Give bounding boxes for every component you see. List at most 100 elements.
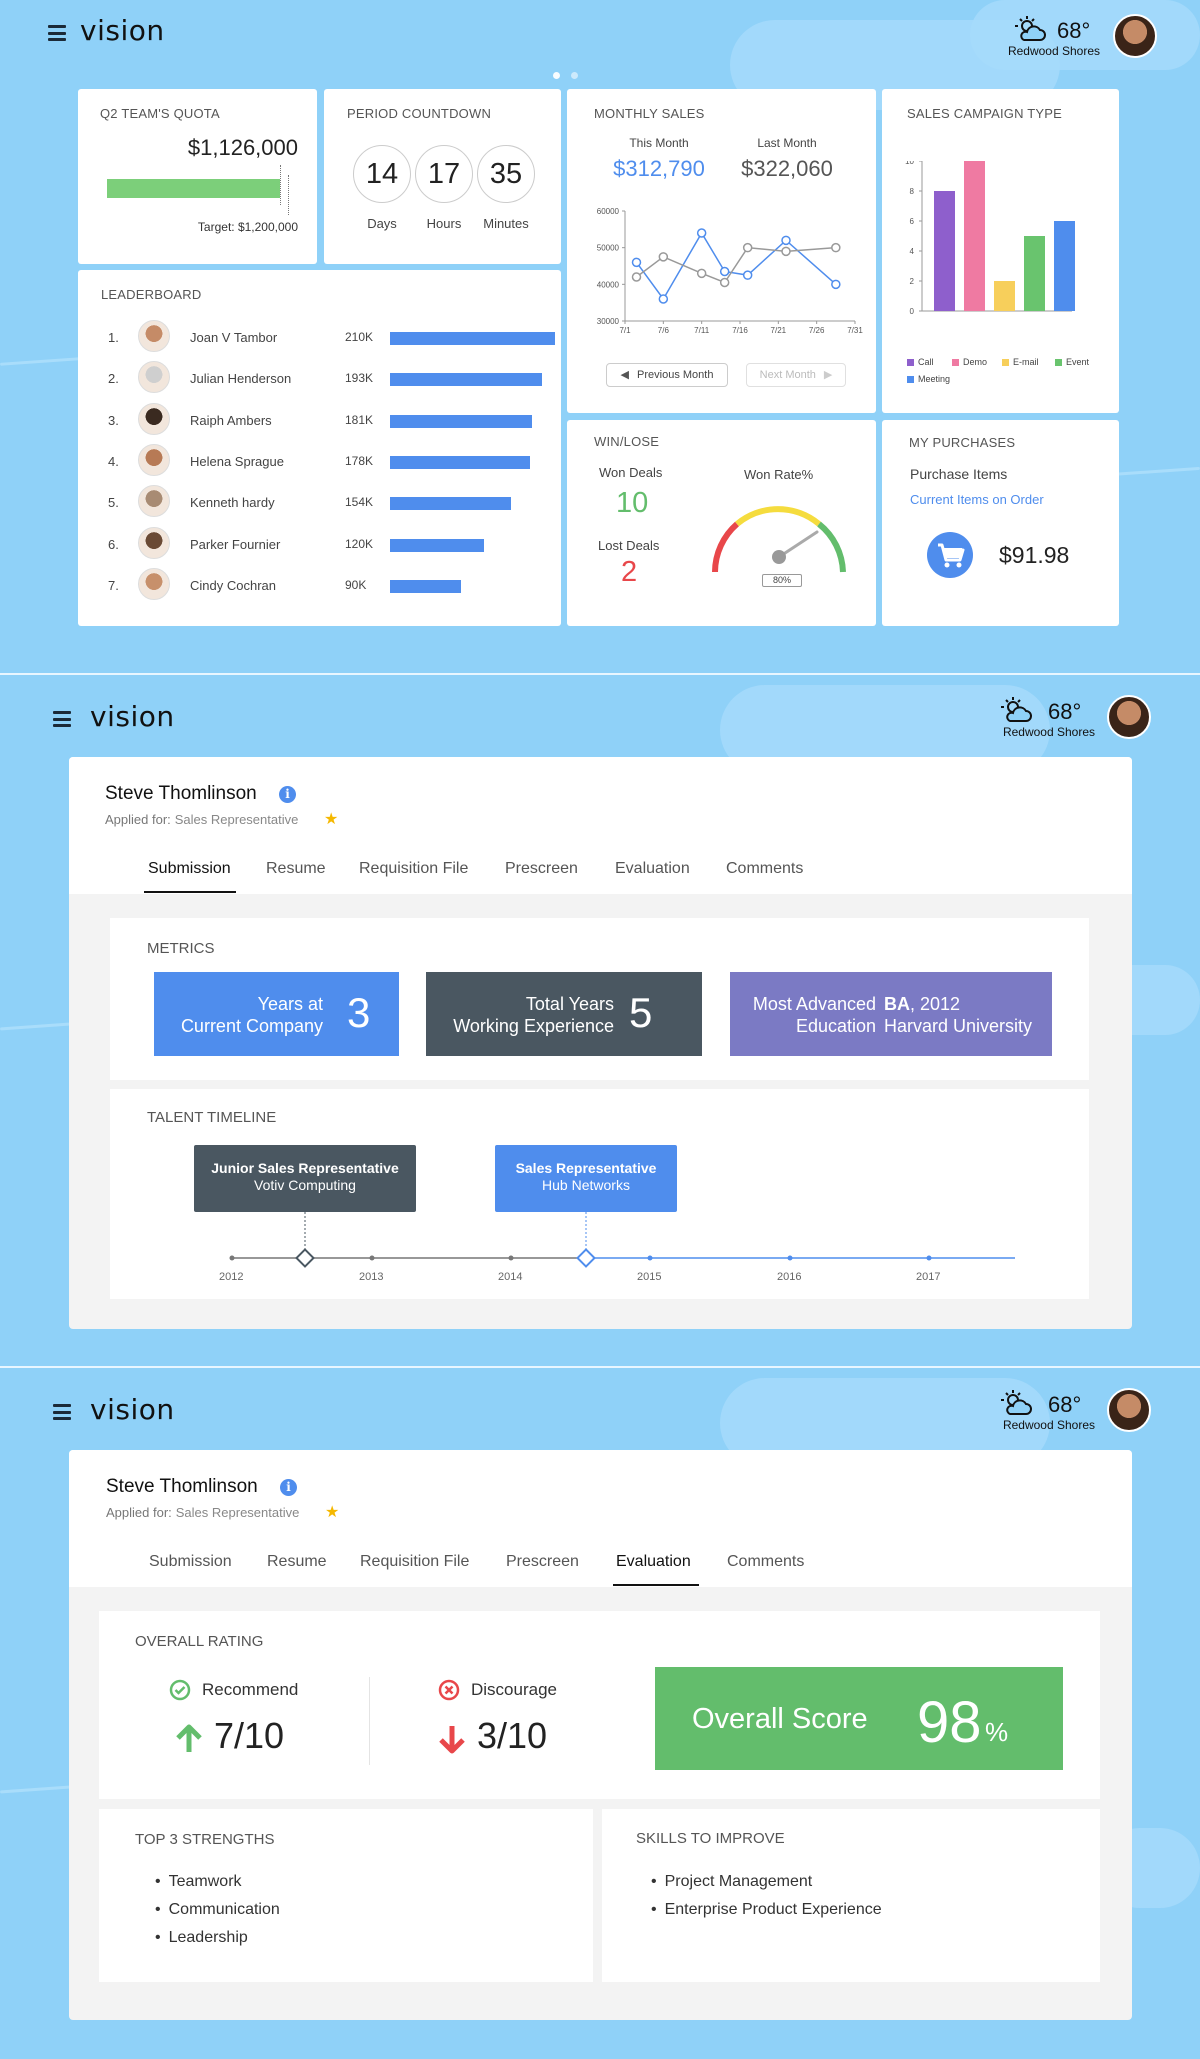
menu-icon[interactable]: [48, 25, 66, 41]
rep-name: Julian Henderson: [190, 371, 292, 387]
info-icon[interactable]: i: [279, 786, 296, 803]
rank: 2.: [108, 371, 119, 387]
tab-comments[interactable]: Comments: [726, 860, 803, 878]
overall-score-unit: %: [985, 1717, 1009, 1747]
leaderboard-row[interactable]: 1. Joan V Tambor 210K: [108, 320, 555, 354]
page-dot-active[interactable]: [553, 72, 560, 79]
rank: 1.: [108, 330, 119, 345]
x-tick-label: 7/16: [732, 326, 748, 335]
tab-submission[interactable]: Submission: [149, 1553, 232, 1571]
menu-icon[interactable]: [53, 1404, 71, 1420]
tab-resume[interactable]: Resume: [266, 860, 326, 878]
tab-resume[interactable]: Resume: [267, 1553, 327, 1571]
quota-amount: $1,126,000: [187, 135, 298, 160]
leaderboard-row[interactable]: 2. Julian Henderson 193K: [108, 361, 548, 395]
leaderboard-row[interactable]: 7. Cindy Cochran 90K: [108, 567, 548, 602]
tab-requisition-file[interactable]: Requisition File: [359, 860, 468, 878]
user-avatar[interactable]: [1107, 695, 1151, 739]
star-icon[interactable]: ★: [325, 1502, 339, 1522]
weather-widget: 68° Redwood Shores: [990, 1392, 1095, 1432]
days-counter: 14: [353, 145, 411, 203]
applied-for: Applied for: Sales Representative: [106, 1505, 299, 1520]
strengths-list: Teamwork Communication Leadership: [155, 1873, 280, 1957]
applied-label: Applied for:: [106, 1505, 172, 1520]
rep-sales: 90K: [345, 577, 367, 592]
legend-item: Demo: [952, 357, 987, 367]
won-deals-label: Won Deals: [599, 465, 663, 480]
metrics-title: METRICS: [147, 940, 215, 957]
data-point: [696, 228, 707, 238]
winlose-title: WIN/LOSE: [594, 434, 660, 449]
next-month-button[interactable]: Next Month ▶: [746, 363, 846, 387]
list-item: Communication: [155, 1901, 280, 1929]
weather-city: Redwood Shores: [1007, 44, 1100, 58]
legend-label: E-mail: [1013, 357, 1039, 367]
weather-temp: 68°: [1048, 1392, 1082, 1417]
streak-decoration: [1110, 466, 1200, 477]
leaderboard-row[interactable]: 6. Parker Fournier 120K: [108, 526, 548, 561]
data-point: [658, 252, 669, 262]
star-icon[interactable]: ★: [324, 809, 338, 829]
campaign-card: SALES CAMPAIGN TYPE 0 2 4 6 8 10 Call Demo E-ma…: [882, 89, 1119, 413]
timeline-event-2[interactable]: Sales Representative Hub Networks: [495, 1145, 677, 1212]
hours-counter: 17: [415, 145, 473, 203]
current-items-link[interactable]: Current Items on Order: [910, 492, 1044, 507]
data-point: [781, 246, 791, 257]
tab-submission[interactable]: Submission: [148, 860, 231, 878]
bar: [994, 281, 1015, 311]
leaderboard-row[interactable]: 5. Kenneth hardy 154K: [108, 485, 548, 519]
page-dots[interactable]: [553, 66, 589, 84]
data-point: [658, 294, 669, 304]
degree: BA: [884, 994, 910, 1014]
legend-item: Call: [907, 357, 934, 367]
this-month-value: $312,790: [613, 156, 705, 181]
info-icon[interactable]: i: [280, 1479, 297, 1496]
candidate-panel: Steve Thomlinson i Applied for: Sales Rep…: [69, 757, 1132, 1329]
data-point: [696, 268, 707, 279]
user-avatar[interactable]: [1113, 14, 1157, 58]
year-label: 2017: [916, 1271, 941, 1283]
bar: [1054, 221, 1075, 311]
tab-comments[interactable]: Comments: [727, 1553, 804, 1571]
metric-line: Working Experience: [453, 1016, 614, 1036]
improve-list: Project Management Enterprise Product Ex…: [651, 1873, 882, 1929]
data-point: [831, 242, 841, 253]
purchase-total: $91.98: [999, 542, 1070, 568]
avatar: [138, 402, 170, 435]
x-tick-label: 7/1: [619, 326, 631, 335]
tab-evaluation[interactable]: Evaluation: [616, 1553, 691, 1571]
hours-label: Hours: [426, 216, 462, 231]
previous-month-button[interactable]: ◀ Previous Month: [606, 363, 728, 387]
leaderboard-row[interactable]: 4. Helena Sprague 178K: [108, 443, 548, 478]
rep-sales: 193K: [345, 371, 374, 386]
data-point: [781, 235, 791, 246]
x-tick-label: 7/21: [771, 326, 787, 335]
legend-item: E-mail: [1002, 357, 1039, 367]
y-tick-label: 60000: [597, 207, 620, 216]
applied-role: Sales Representative: [175, 1505, 300, 1520]
tab-evaluation[interactable]: Evaluation: [615, 860, 690, 878]
leaderboard-row[interactable]: 3. Raiph Ambers 181K: [108, 402, 548, 437]
days-label: Days: [367, 216, 397, 231]
y-tick-label: 0: [910, 307, 915, 316]
degree-year: , 2012: [910, 994, 961, 1014]
rep-name: Joan V Tambor: [190, 330, 278, 345]
menu-icon[interactable]: [53, 711, 71, 727]
event-title: Sales Representative: [515, 1160, 657, 1176]
user-avatar[interactable]: [1107, 1388, 1151, 1432]
previous-month-label: Previous Month: [637, 369, 714, 381]
year-label: 2012: [219, 1271, 244, 1283]
tab-prescreen[interactable]: Prescreen: [506, 1553, 579, 1571]
overall-score-value: 98: [917, 1690, 982, 1755]
tab-requisition-file[interactable]: Requisition File: [360, 1553, 469, 1571]
legend-swatch: [907, 359, 914, 366]
cart-button[interactable]: [927, 532, 973, 578]
countdown-title: PERIOD COUNTDOWN: [347, 106, 492, 121]
strengths-card: TOP 3 STRENGTHS Teamwork Communication L…: [99, 1809, 593, 1982]
last-month-label: Last Month: [757, 136, 817, 150]
weather-city: Redwood Shores: [1002, 725, 1095, 739]
page-dot[interactable]: [571, 72, 578, 79]
tab-prescreen[interactable]: Prescreen: [505, 860, 578, 878]
timeline-event-1[interactable]: Junior Sales Representative Votiv Comput…: [194, 1145, 416, 1212]
legend-swatch: [952, 359, 959, 366]
